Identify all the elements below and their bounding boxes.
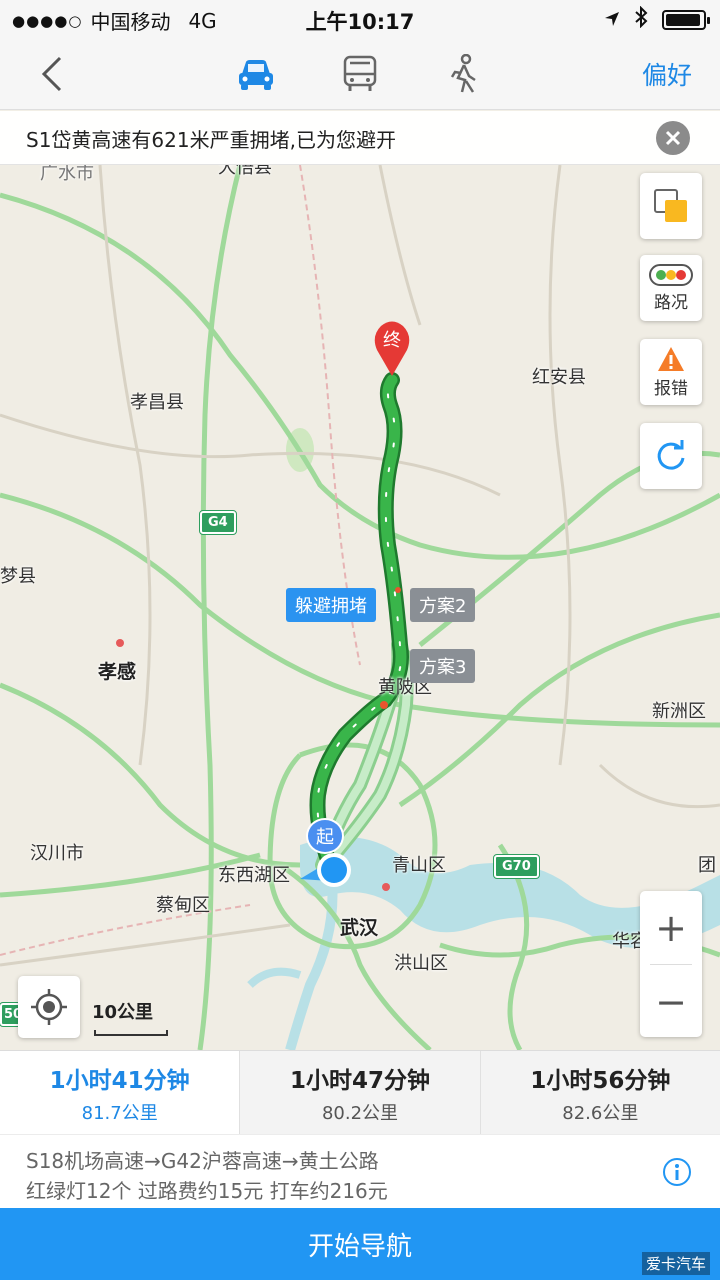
zoom-controls: + − bbox=[640, 891, 702, 1037]
car-icon bbox=[239, 60, 273, 90]
map-label-guangshui: 广水市 bbox=[40, 165, 94, 184]
mode-car-button[interactable] bbox=[232, 50, 280, 98]
layers-icon bbox=[654, 189, 687, 222]
traffic-label: 路况 bbox=[654, 292, 688, 313]
map-label-xinzhou: 新洲区 bbox=[652, 701, 706, 722]
notice-close-button[interactable] bbox=[656, 121, 690, 155]
start-navigation-button[interactable]: 开始导航 bbox=[0, 1208, 720, 1280]
map-label-hanchuan: 汉川市 bbox=[30, 843, 84, 864]
route-options: 1小时41分钟 81.7公里 1小时47分钟 80.2公里 1小时56分钟 82… bbox=[0, 1050, 720, 1134]
route-option-distance: 81.7公里 bbox=[81, 1102, 158, 1124]
walk-icon bbox=[450, 54, 476, 93]
map-label-dongxihu: 东西湖区 bbox=[218, 865, 290, 886]
route-option-time: 1小时56分钟 bbox=[530, 1067, 671, 1094]
back-button[interactable] bbox=[30, 52, 74, 96]
route-option-time: 1小时41分钟 bbox=[49, 1067, 190, 1094]
my-location-marker bbox=[300, 853, 356, 889]
route-option-1[interactable]: 1小时41分钟 81.7公里 bbox=[0, 1051, 241, 1134]
map-label-xiaochang: 孝昌县 bbox=[130, 392, 184, 413]
route-tag-avoid-congestion[interactable]: 躲避拥堵 bbox=[286, 588, 376, 622]
route-tag-plan-2[interactable]: 方案2 bbox=[410, 588, 476, 622]
route-info-button[interactable] bbox=[662, 1157, 692, 1187]
congestion-notice: S1岱黄高速有621米严重拥堵,已为您避开 bbox=[0, 111, 720, 165]
layers-button[interactable] bbox=[640, 173, 702, 239]
map-label-xiaogan: 孝感 bbox=[98, 661, 137, 683]
map-label-qingshan: 青山区 bbox=[392, 855, 446, 876]
map-label-wuhan: 武汉 bbox=[340, 917, 379, 939]
bluetooth-icon bbox=[634, 5, 648, 33]
end-marker-label: 终 bbox=[383, 330, 401, 351]
start-marker-label: 起 bbox=[316, 827, 334, 848]
info-icon bbox=[663, 1158, 691, 1186]
route-details: S18机场高速→G42沪蓉高速→黄土公路 红绿灯12个 过路费约15元 打车约2… bbox=[0, 1134, 720, 1208]
road-badge-g4: G4 bbox=[199, 510, 237, 535]
route-option-distance: 80.2公里 bbox=[321, 1102, 399, 1124]
warning-icon bbox=[658, 346, 684, 371]
report-error-button[interactable]: 报错 bbox=[640, 339, 702, 405]
mode-walk-button[interactable] bbox=[440, 50, 488, 98]
refresh-icon bbox=[657, 440, 685, 470]
chevron-left-icon bbox=[41, 56, 62, 92]
status-right bbox=[604, 5, 710, 33]
map-view[interactable]: 广水市 大悟县 孝昌县 红安县 梦县 孝感 黄陂区 新洲区 汉川市 东西湖区 青… bbox=[0, 165, 720, 1050]
map-label-caidian: 蔡甸区 bbox=[156, 895, 210, 916]
traffic-light-icon bbox=[649, 263, 693, 286]
zoom-in-button[interactable]: + bbox=[640, 891, 702, 964]
top-nav: 偏好 bbox=[0, 36, 720, 110]
map-label-tuan: 团 bbox=[698, 855, 716, 876]
road-badge-g70: G70 bbox=[493, 854, 540, 879]
notice-text: S1岱黄高速有621米严重拥堵,已为您避开 bbox=[26, 128, 396, 152]
route-option-time: 1小时47分钟 bbox=[289, 1067, 430, 1094]
status-bar: ●●●●○ 中国移动 4G 上午10:17 bbox=[0, 0, 720, 36]
route-option-distance: 82.6公里 bbox=[562, 1102, 639, 1124]
map-label-hongan: 红安县 bbox=[532, 367, 586, 388]
bus-icon bbox=[343, 55, 377, 91]
start-marker: 起 bbox=[306, 818, 344, 854]
map-label-dawu: 大悟县 bbox=[218, 165, 272, 178]
route-path: S18机场高速→G42沪蓉高速→黄土公路 bbox=[26, 1149, 379, 1173]
battery-level bbox=[666, 13, 700, 26]
mode-bus-button[interactable] bbox=[336, 50, 384, 98]
close-circle-icon bbox=[665, 130, 681, 146]
preference-button[interactable]: 偏好 bbox=[642, 56, 692, 92]
report-error-label: 报错 bbox=[654, 378, 688, 399]
map-label-meng: 梦县 bbox=[0, 566, 36, 587]
route-option-2[interactable]: 1小时47分钟 80.2公里 bbox=[240, 1051, 481, 1134]
locate-icon bbox=[31, 989, 67, 1025]
map-scale-bar bbox=[94, 1030, 168, 1036]
map-scale-label: 10公里 bbox=[92, 1002, 154, 1023]
location-arrow-icon bbox=[604, 8, 620, 32]
route-option-3[interactable]: 1小时56分钟 82.6公里 bbox=[481, 1051, 720, 1134]
zoom-out-button[interactable]: − bbox=[640, 965, 702, 1038]
route-summary: 红绿灯12个 过路费约15元 打车约216元 bbox=[26, 1179, 388, 1203]
route-tag-plan-3[interactable]: 方案3 bbox=[410, 649, 476, 683]
battery-icon bbox=[662, 9, 710, 30]
refresh-button[interactable] bbox=[640, 423, 702, 489]
map-label-hongshan: 洪山区 bbox=[394, 953, 448, 974]
locate-button[interactable] bbox=[18, 976, 80, 1038]
watermark: 爱卡汽车 bbox=[641, 1252, 710, 1275]
traffic-button[interactable]: 路况 bbox=[640, 255, 702, 321]
end-marker: 终 bbox=[373, 320, 411, 378]
